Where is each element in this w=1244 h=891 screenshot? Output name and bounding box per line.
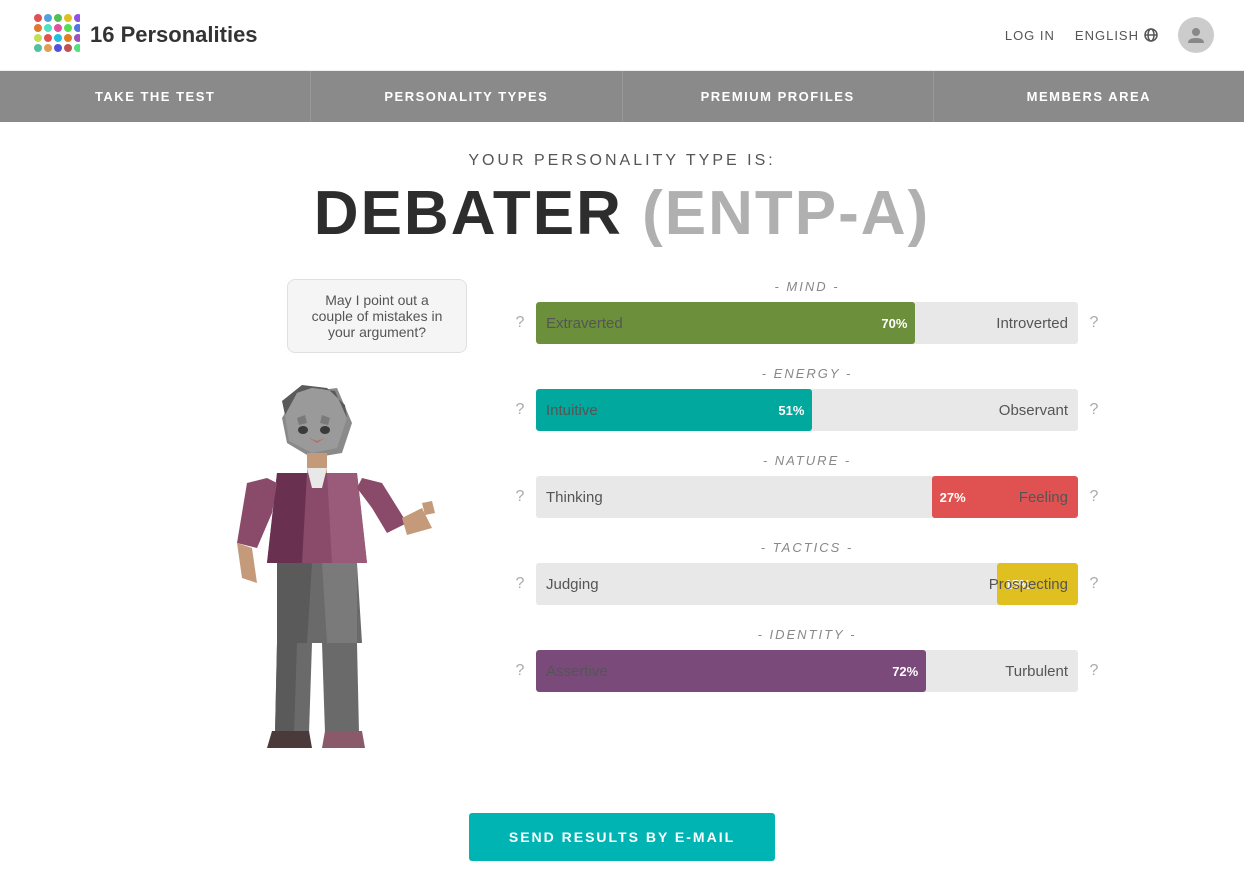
trait-group-1: - ENERGY -? Intuitive Observant 51%? [512,366,1102,431]
site-header: 16 Personalities LOG IN ENGLISH [0,0,1244,71]
nav-personality-types[interactable]: PERSONALITY TYPES [311,71,622,122]
send-results-button[interactable]: SEND RESULTS BY E-MAIL [469,813,775,861]
trait-group-4: - IDENTITY -? Assertive Turbulent 72%? [512,627,1102,692]
trait-right-label-0: Introverted [996,315,1068,332]
trait-right-label-3: Prospecting [989,576,1068,593]
trait-bar-container-4: Assertive Turbulent 72% [536,650,1078,692]
trait-bar-container-1: Intuitive Observant 51% [536,389,1078,431]
user-avatar[interactable] [1178,17,1214,53]
character-section: May I point out a couple of mistakes in … [142,279,492,783]
trait-row-3: ?JudgingProspecting15%? [512,563,1102,605]
logo-text: 16 Personalities [90,22,258,48]
trait-category-0: - MIND - [512,279,1102,294]
trait-left-label-3: Judging [546,576,599,593]
logo-icon [30,10,80,60]
trait-bar-container-3: JudgingProspecting15% [536,563,1078,605]
trait-help-right-3[interactable]: ? [1086,575,1102,593]
trait-row-2: ? Thinking Feeling 27%? [512,476,1102,518]
trait-left-label-1: Intuitive [546,402,598,419]
trait-help-right-4[interactable]: ? [1086,662,1102,680]
trait-row-1: ? Intuitive Observant 51%? [512,389,1102,431]
trait-category-1: - ENERGY - [512,366,1102,381]
trait-percent-1: 51% [778,403,804,418]
login-button[interactable]: LOG IN [1005,28,1055,43]
personality-code: (ENTP-A) [642,179,930,248]
nav-take-test[interactable]: TAKE THE TEST [0,71,311,122]
trait-right-label-2: Feeling [1019,489,1068,506]
trait-category-3: - TACTICS - [512,540,1102,555]
trait-group-0: - MIND -? Extraverted Introverted 70%? [512,279,1102,344]
trait-left-label-0: Extraverted [546,315,623,332]
speech-bubble: May I point out a couple of mistakes in … [287,279,467,353]
language-selector[interactable]: ENGLISH [1075,28,1158,43]
nav-premium-profiles[interactable]: PREMIUM PROFILES [623,71,934,122]
trait-help-left-3[interactable]: ? [512,575,528,593]
trait-help-left-2[interactable]: ? [512,488,528,506]
main-content: YOUR PERSONALITY TYPE IS: DEBATER (ENTP-… [122,122,1122,891]
main-nav: TAKE THE TEST PERSONALITY TYPES PREMIUM … [0,71,1244,122]
trait-help-left-0[interactable]: ? [512,314,528,332]
trait-category-2: - NATURE - [512,453,1102,468]
traits-section: - MIND -? Extraverted Introverted 70%? - ENE… [512,279,1102,714]
personality-title: DEBATER (ENTP-A) [142,178,1102,249]
trait-right-label-1: Observant [999,402,1068,419]
character-illustration [197,363,437,783]
send-button-container: SEND RESULTS BY E-MAIL [142,813,1102,861]
trait-help-left-4[interactable]: ? [512,662,528,680]
logo-area[interactable]: 16 Personalities [30,10,258,60]
trait-percent-0: 70% [881,316,907,331]
trait-row-4: ? Assertive Turbulent 72%? [512,650,1102,692]
header-right: LOG IN ENGLISH [1005,17,1214,53]
trait-percent-4: 72% [892,664,918,679]
trait-category-4: - IDENTITY - [512,627,1102,642]
trait-left-label-4: Assertive [546,663,608,680]
trait-left-label-2: Thinking [546,489,603,506]
trait-help-right-1[interactable]: ? [1086,401,1102,419]
trait-bar-container-2: Thinking Feeling 27% [536,476,1078,518]
trait-help-left-1[interactable]: ? [512,401,528,419]
trait-percent-2: 27% [940,490,966,505]
globe-icon [1144,28,1158,42]
trait-bar-container-0: Extraverted Introverted 70% [536,302,1078,344]
trait-right-label-4: Turbulent [1005,663,1068,680]
character-svg [197,363,437,783]
personality-name: DEBATER [314,179,623,248]
content-area: May I point out a couple of mistakes in … [142,279,1102,783]
nav-members-area[interactable]: MEMBERS AREA [934,71,1244,122]
trait-help-right-2[interactable]: ? [1086,488,1102,506]
trait-help-right-0[interactable]: ? [1086,314,1102,332]
trait-group-2: - NATURE -? Thinking Feeling 27%? [512,453,1102,518]
trait-row-0: ? Extraverted Introverted 70%? [512,302,1102,344]
result-subtitle: YOUR PERSONALITY TYPE IS: [142,152,1102,170]
trait-group-3: - TACTICS -?JudgingProspecting15%? [512,540,1102,605]
user-icon [1186,25,1206,45]
